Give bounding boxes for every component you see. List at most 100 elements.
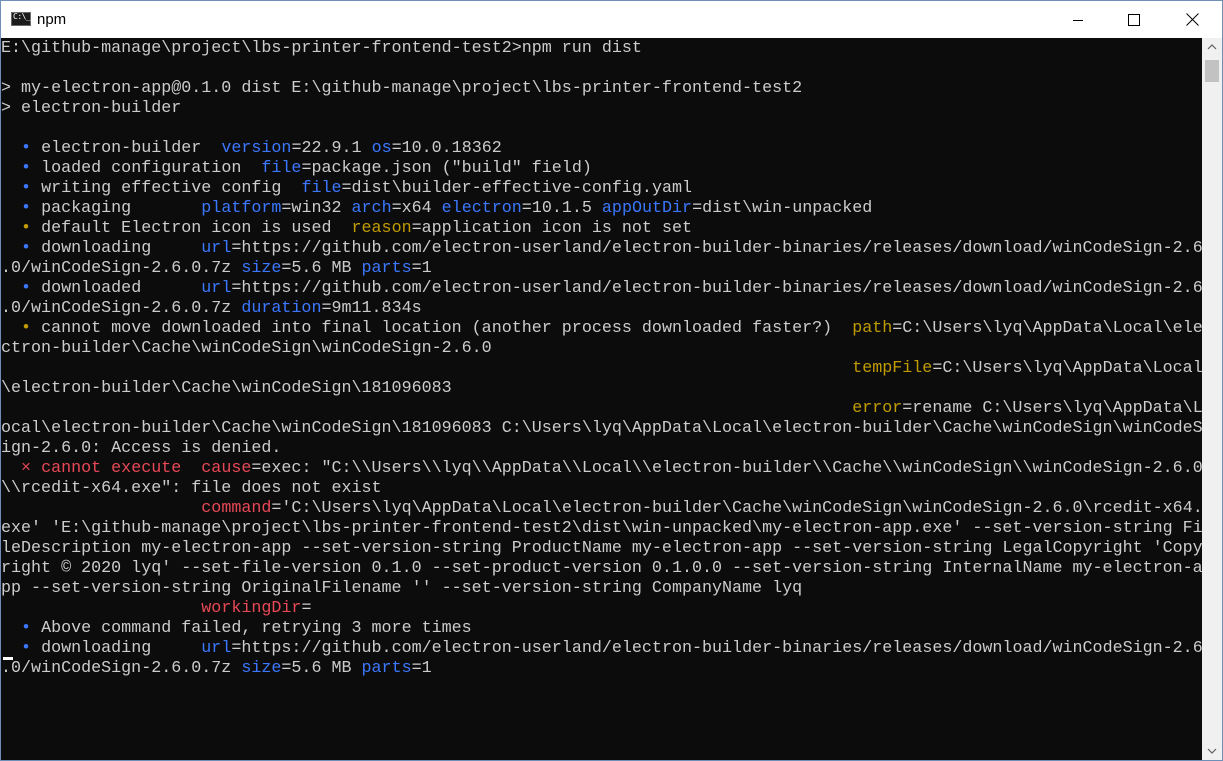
console-text-segment: =https://github.com/electron-userland/el… [231,239,1202,258]
window-title: npm [37,11,67,28]
console-text-segment: =https://github.com/electron-userland/el… [231,639,1202,658]
console-text-segment: platform [201,199,282,218]
console-line: tempFile=C:\Users\lyq\AppData\Local [1,359,1202,379]
console-text-segment: os [371,139,392,158]
close-icon [1185,13,1199,26]
console-text-segment [1,599,201,618]
console-text-segment: default Electron icon is used [41,219,352,238]
console-text-segment: = [301,599,312,618]
console-text-segment: • [1,199,42,218]
console-text-segment: × [1,459,42,478]
console-text-segment: =10.0.18362 [391,139,502,158]
close-button[interactable] [1163,1,1221,38]
vertical-scrollbar[interactable] [1202,38,1222,760]
console-text-segment: \\rcedit-x64.exe": file does not exist [1,479,382,498]
console-line: .0/winCodeSign-2.6.0.7z size=5.6 MB part… [1,659,432,679]
console-text-segment: electron-builder [41,139,222,158]
console-line: ctron-builder\Cache\winCodeSign\winCodeS… [1,339,492,359]
console-text-segment: ign-2.6.0: Access is denied. [1,439,282,458]
console-text-segment: .0/winCodeSign-2.6.0.7z [1,659,242,678]
console-line: right © 2020 lyq' --set-file-version 0.1… [1,559,1202,579]
console-text-segment: workingDir [201,599,302,618]
console-text-segment: packaging [41,199,202,218]
console-text-segment: =C:\Users\lyq\AppData\Local [932,359,1202,378]
console-text-segment: file [261,159,302,178]
console-text-segment: =package.json ("build" field) [301,159,592,178]
console-text-segment: pp --set-version-string OriginalFilename… [1,579,803,598]
console-text-segment: • [1,279,42,298]
console-line: • electron-builder version=22.9.1 os=10.… [1,139,502,159]
console-text-segment: ocal\electron-builder\Cache\winCodeSign\… [1,419,1202,438]
console-line: • writing effective config file=dist\bui… [1,179,692,199]
console-line: \\rcedit-x64.exe": file does not exist [1,479,382,499]
console-line: \electron-builder\Cache\winCodeSign\1810… [1,379,452,399]
console-app-icon: C:\_ [11,12,31,26]
console-text-segment: electron [441,199,522,218]
scroll-up-button[interactable] [1202,38,1222,56]
minimize-button[interactable] [1049,1,1107,38]
console-line: > electron-builder [1,99,181,119]
console-text-segment: downloaded [41,279,202,298]
scroll-down-button[interactable] [1202,742,1222,760]
console-line: • downloading url=https://github.com/ele… [1,639,1202,659]
console-text-segment: tempFile [852,359,933,378]
console-text-segment: =dist\win-unpacked [692,199,873,218]
console-text-segment: =5.6 MB [281,659,362,678]
console-text-segment: • [1,639,42,658]
console-text-segment: loaded configuration [41,159,262,178]
console-text-segment: ctron-builder\Cache\winCodeSign\winCodeS… [1,339,492,358]
console-text-segment: > electron-builder [1,99,182,118]
scroll-down-arrow-icon [1207,748,1217,754]
console-text-segment: =dist\builder-effective-config.yaml [341,179,693,198]
console-text-segment: =9m11.834s [321,299,422,318]
console-text-segment: > my-electron-app@0.1.0 dist E:\github-m… [1,79,803,98]
console-text-segment: url [201,279,232,298]
console-text-segment: =application icon is not set [411,219,693,238]
title-bar[interactable]: C:\_ npm [1,1,1222,38]
console-line: command='C:\Users\lyq\AppData\Local\elec… [1,499,1202,519]
console-line: • downloaded url=https://github.com/elec… [1,279,1202,299]
console-text-segment: downloading [41,239,202,258]
console-line: • loaded configuration file=package.json… [1,159,592,179]
console-text-segment: .0/winCodeSign-2.6.0.7z [1,299,242,318]
console-line: • packaging platform=win32 arch=x64 elec… [1,199,872,219]
console-text-segment: E:\github-manage\project\lbs-printer-fro… [1,39,642,58]
console-text-segment: url [201,639,232,658]
scroll-thumb[interactable] [1205,60,1219,82]
console-output[interactable]: E:\github-manage\project\lbs-printer-fro… [1,38,1202,760]
console-text-segment: =10.1.5 [521,199,602,218]
maximize-button[interactable] [1105,1,1163,38]
console-line: • cannot move downloaded into final loca… [1,319,1202,339]
console-line: pp --set-version-string OriginalFilename… [1,579,802,599]
console-text-segment: =5.6 MB [281,259,362,278]
console-text-segment: =x64 [391,199,442,218]
console-text-segment: cannot move downloaded into final locati… [41,319,853,338]
console-line: exe' 'E:\github-manage\project\lbs-print… [1,519,1202,539]
minimize-icon [1073,19,1083,21]
console-text-segment: =rename C:\Users\lyq\AppData\L [902,399,1202,418]
console-line: error=rename C:\Users\lyq\AppData\L [1,399,1202,419]
scroll-up-arrow-icon [1207,44,1217,50]
console-text-segment: • [1,219,42,238]
console-text-segment: =1 [411,259,432,278]
console-text-segment: exe' 'E:\github-manage\project\lbs-print… [1,519,1202,538]
console-text-segment: command [201,499,272,518]
console-text-segment: url [201,239,232,258]
console-text-segment: version [221,139,292,158]
console-text-segment: file [301,179,342,198]
console-text-segment: parts [361,659,412,678]
console-text-segment: Above command failed, retrying 3 more ti… [41,619,472,638]
console-text-segment: =22.9.1 [291,139,372,158]
console-text-segment: writing effective config [41,179,302,198]
console-text-segment: =https://github.com/electron-userland/el… [231,279,1202,298]
console-line: • default Electron icon is used reason=a… [1,219,692,239]
console-text-segment: parts [361,259,412,278]
maximize-icon [1128,13,1140,26]
console-text-segment: path [852,319,893,338]
console-window: C:\_ npm E:\github-manage\project\lbs-pr… [0,0,1223,761]
console-line: ign-2.6.0: Access is denied. [1,439,281,459]
console-line: .0/winCodeSign-2.6.0.7z duration=9m11.83… [1,299,422,319]
console-text-segment: right © 2020 lyq' --set-file-version 0.1… [1,559,1202,578]
console-text-segment: ='C:\Users\lyq\AppData\Local\electron-bu… [271,499,1202,518]
console-line: • Above command failed, retrying 3 more … [1,619,472,639]
